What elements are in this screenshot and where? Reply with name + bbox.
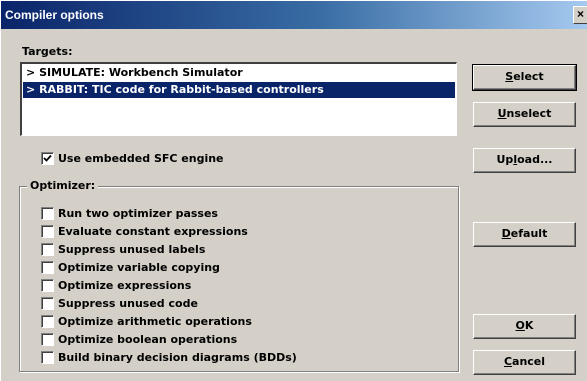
- optimize-boolean-checkbox[interactable]: [41, 333, 54, 346]
- optimize-expressions-checkbox[interactable]: [41, 279, 54, 292]
- target-item-label: RABBIT: TIC code for Rabbit-based contro…: [39, 83, 324, 96]
- compiler-options-dialog: Compiler options × Targets: > SIMULATE: …: [0, 0, 587, 381]
- suppress-labels-checkbox[interactable]: [41, 243, 54, 256]
- suppress-code-label: Suppress unused code: [58, 297, 198, 310]
- optimize-copying-label: Optimize variable copying: [58, 261, 220, 274]
- build-bdd-label: Build binary decision diagrams (BDDs): [58, 351, 297, 364]
- targets-label: Targets:: [22, 45, 73, 58]
- select-label: elect: [513, 70, 544, 83]
- window-title: Compiler options: [5, 8, 104, 22]
- expand-arrow-icon: >: [26, 83, 36, 96]
- evaluate-constant-label: Evaluate constant expressions: [58, 225, 248, 238]
- default-mnemonic: D: [501, 227, 511, 240]
- cancel-button[interactable]: Cancel: [473, 350, 576, 375]
- expand-arrow-icon: >: [26, 66, 36, 79]
- target-item-rabbit[interactable]: > RABBIT: TIC code for Rabbit-based cont…: [23, 82, 455, 98]
- upload-prefix: Up: [496, 153, 514, 166]
- sfc-engine-label: Use embedded SFC engine: [58, 152, 224, 165]
- checkmark-icon: [43, 154, 52, 162]
- ok-label: K: [524, 319, 534, 332]
- run-two-passes-checkbox[interactable]: [41, 207, 54, 220]
- cancel-mnemonic: C: [503, 355, 513, 368]
- title-bar[interactable]: Compiler options ×: [1, 1, 587, 29]
- cancel-label: ancel: [512, 355, 546, 368]
- optimize-boolean-label: Optimize boolean operations: [58, 333, 238, 346]
- ok-mnemonic: O: [515, 319, 525, 332]
- optimize-copying-checkbox[interactable]: [41, 261, 54, 274]
- upload-button[interactable]: Upload...: [473, 148, 576, 173]
- select-button[interactable]: Select: [472, 64, 577, 91]
- default-label: efault: [510, 227, 548, 240]
- close-icon: ×: [577, 7, 585, 21]
- suppress-labels-label: Suppress unused labels: [58, 243, 206, 256]
- run-two-passes-label: Run two optimizer passes: [58, 207, 218, 220]
- close-button[interactable]: ×: [573, 6, 587, 24]
- build-bdd-checkbox[interactable]: [41, 351, 54, 364]
- evaluate-constant-checkbox[interactable]: [41, 225, 54, 238]
- optimize-arithmetic-checkbox[interactable]: [41, 315, 54, 328]
- suppress-code-checkbox[interactable]: [41, 297, 54, 310]
- target-item-label: SIMULATE: Workbench Simulator: [39, 66, 243, 79]
- unselect-mnemonic: U: [497, 107, 507, 120]
- upload-label: oad...: [517, 153, 553, 166]
- target-item-simulate[interactable]: > SIMULATE: Workbench Simulator: [23, 65, 455, 81]
- ok-button[interactable]: OK: [473, 314, 576, 339]
- optimize-arithmetic-label: Optimize arithmetic operations: [58, 315, 252, 328]
- sfc-engine-checkbox[interactable]: [41, 152, 54, 165]
- optimizer-label: Optimizer:: [27, 179, 99, 192]
- unselect-button[interactable]: Unselect: [473, 102, 576, 127]
- unselect-label: nselect: [506, 107, 552, 120]
- targets-list[interactable]: > SIMULATE: Workbench Simulator > RABBIT…: [20, 62, 457, 136]
- optimize-expressions-label: Optimize expressions: [58, 279, 192, 292]
- default-button[interactable]: Default: [473, 222, 576, 247]
